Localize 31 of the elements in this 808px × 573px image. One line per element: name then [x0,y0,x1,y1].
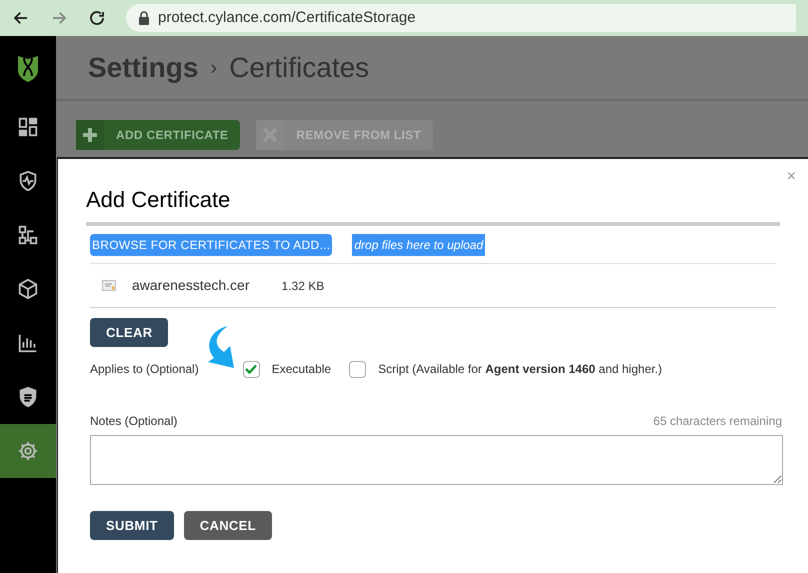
certificate-icon [102,280,116,291]
lock-icon [138,11,150,25]
url-text: protect.cylance.com/CertificateStorage [158,8,416,28]
dialog-title: Add Certificate [86,186,232,214]
reload-icon[interactable] [88,9,106,27]
plus-icon [83,128,97,142]
drop-zone-hint: drop files here to upload [352,234,486,256]
add-certificate-button[interactable]: ADD CERTIFICATE [76,120,240,150]
network-icon [17,224,39,246]
clear-button[interactable]: CLEAR [90,318,168,347]
shield-pulse-icon [17,170,39,192]
address-bar[interactable]: protect.cylance.com/CertificateStorage [126,4,796,32]
breadcrumb-certificates: Certificates [229,50,370,84]
cancel-button[interactable]: CANCEL [184,511,272,540]
check-icon [245,364,258,374]
script-checkbox[interactable]: Script (Available for Agent version 1460 and higher.) [349,360,662,378]
executable-checkbox[interactable]: Executable [242,360,332,378]
notes-field[interactable] [90,435,783,485]
shield-list-icon [17,386,39,408]
submit-button[interactable]: SUBMIT [90,511,174,540]
file-size: 1.32 KB [282,278,324,294]
logo-icon [16,54,40,82]
cube-icon [17,278,39,300]
chevron-icon: › [210,52,218,82]
characters-remaining: 65 characters remaining [653,413,782,430]
bar-chart-icon [17,332,39,354]
gear-icon [17,440,39,462]
notes-label: Notes (Optional) [90,413,178,430]
file-name: awarenesstech.cer [132,276,250,295]
applies-to-label: Applies to (Optional) [90,361,199,378]
dashboard-icon [17,116,39,138]
